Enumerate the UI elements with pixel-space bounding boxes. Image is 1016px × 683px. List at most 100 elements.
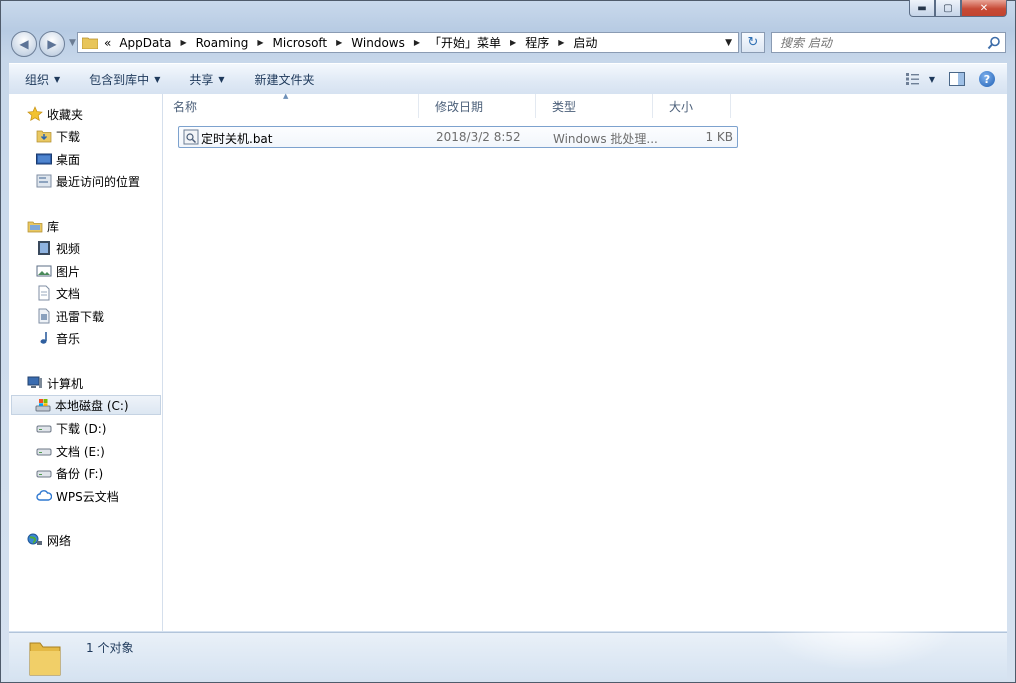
library-icon xyxy=(27,218,43,234)
nav-libraries-label: 库 xyxy=(47,219,60,234)
breadcrumb-windows[interactable]: Windows xyxy=(351,36,405,50)
command-bar: 组织 ▼ 包含到库中 ▼ 共享 ▼ 新建文件夹 ▼ ? xyxy=(9,63,1007,95)
cloud-icon xyxy=(36,488,52,504)
nav-computer[interactable]: 计算机 xyxy=(27,373,83,393)
chevron-down-icon: ▼ xyxy=(54,74,61,84)
forward-button[interactable]: ▶ xyxy=(39,31,65,57)
watermark-blur xyxy=(761,571,961,671)
nav-item-desktop[interactable]: 桌面 xyxy=(36,149,80,169)
preview-pane-button[interactable] xyxy=(949,72,965,86)
minimize-button[interactable]: ▬ xyxy=(909,0,935,17)
nav-favorites[interactable]: 收藏夹 xyxy=(27,104,83,124)
drive-icon xyxy=(36,465,52,481)
nav-item-videos[interactable]: 视频 xyxy=(36,238,80,258)
nav-item-drive-c[interactable]: 本地磁盘 (C:) xyxy=(11,395,161,415)
drive-icon xyxy=(36,443,52,459)
file-type: Windows 批处理... xyxy=(553,132,658,146)
share-label: 共享 xyxy=(189,72,214,87)
help-icon: ? xyxy=(979,71,995,87)
close-button[interactable]: ✕ xyxy=(961,0,1007,17)
chevron-down-icon[interactable]: ▼ xyxy=(929,75,935,84)
nav-item-label: 下载 xyxy=(56,129,81,144)
nav-favorites-label: 收藏夹 xyxy=(47,107,84,122)
nav-item-label: 文档 xyxy=(56,286,81,301)
include-in-library-menu[interactable]: 包含到库中 ▼ xyxy=(89,71,160,88)
nav-libraries[interactable]: 库 xyxy=(27,216,59,236)
breadcrumb-separator-icon[interactable]: ▶ xyxy=(180,38,186,47)
address-bar[interactable]: « AppData ▶ Roaming ▶ Microsoft ▶ Windows ▶ … xyxy=(77,32,739,53)
star-icon xyxy=(27,106,43,122)
column-header-name[interactable]: ▲ 名称 xyxy=(163,92,419,118)
nav-item-label: WPS云文档 xyxy=(56,489,119,504)
share-menu[interactable]: 共享 ▼ xyxy=(189,71,224,88)
file-list: ▲ 名称 修改日期 类型 大小 定时关机.bat 2018/3/2 8:52 W… xyxy=(163,92,1007,631)
column-header-modified[interactable]: 修改日期 xyxy=(419,94,536,118)
breadcrumb-start-menu[interactable]: 「开始」菜单 xyxy=(429,34,501,51)
breadcrumb-programs[interactable]: 程序 xyxy=(525,34,549,51)
drive-icon xyxy=(36,420,52,436)
organize-menu[interactable]: 组织 ▼ xyxy=(25,71,60,88)
search-input[interactable] xyxy=(772,34,982,51)
network-icon xyxy=(27,532,43,548)
search-box xyxy=(771,32,1006,53)
video-icon xyxy=(36,240,52,256)
batch-file-icon xyxy=(183,129,199,145)
column-header-type[interactable]: 类型 xyxy=(536,94,653,118)
nav-network[interactable]: 网络 xyxy=(27,530,71,550)
nav-item-downloads[interactable]: 下载 xyxy=(36,126,80,146)
nav-item-wps-cloud[interactable]: WPS云文档 xyxy=(36,486,119,506)
nav-item-label: 音乐 xyxy=(56,331,81,346)
window-controls: ▬ ▢ ✕ xyxy=(909,0,1007,17)
breadcrumb-roaming[interactable]: Roaming xyxy=(196,36,249,50)
file-size: 1 KB xyxy=(705,130,733,144)
nav-item-drive-e[interactable]: 文档 (E:) xyxy=(36,441,105,461)
breadcrumb: AppData ▶ Roaming ▶ Microsoft ▶ Windows ▶ 「开… xyxy=(119,34,597,51)
item-count: 1 个对象 xyxy=(86,641,134,655)
nav-network-label: 网络 xyxy=(47,533,72,548)
explorer-window: ▬ ▢ ✕ ◀ ▶ ▼ « AppData ▶ Roaming ▶ Microsof… xyxy=(0,0,1016,683)
breadcrumb-separator-icon[interactable]: ▶ xyxy=(558,38,564,47)
refresh-icon: ↻ xyxy=(747,35,759,50)
refresh-button[interactable]: ↻ xyxy=(741,32,765,53)
breadcrumb-separator-icon[interactable]: ▶ xyxy=(257,38,263,47)
column-header-label: 大小 xyxy=(669,99,694,114)
sort-ascending-icon: ▲ xyxy=(283,92,289,100)
back-icon: ◀ xyxy=(19,37,29,51)
new-folder-button[interactable]: 新建文件夹 xyxy=(255,71,315,88)
file-name: 定时关机.bat xyxy=(201,132,273,146)
folder-icon xyxy=(29,642,61,676)
column-header-size[interactable]: 大小 xyxy=(653,94,731,118)
view-list-icon xyxy=(905,73,919,85)
help-button[interactable]: ? xyxy=(979,71,995,87)
address-dropdown-icon[interactable]: ▼ xyxy=(725,38,732,48)
nav-item-xunlei-downloads[interactable]: 迅雷下载 xyxy=(36,306,104,326)
breadcrumb-separator-icon[interactable]: ▶ xyxy=(510,38,516,47)
back-button[interactable]: ◀ xyxy=(11,31,37,57)
nav-item-label: 视频 xyxy=(56,241,81,256)
nav-item-music[interactable]: 音乐 xyxy=(36,328,80,348)
breadcrumb-appdata[interactable]: AppData xyxy=(119,36,171,50)
breadcrumb-separator-icon[interactable]: ▶ xyxy=(414,38,420,47)
breadcrumb-separator-icon[interactable]: ▶ xyxy=(336,38,342,47)
new-folder-label: 新建文件夹 xyxy=(254,72,315,87)
file-row[interactable]: 定时关机.bat 2018/3/2 8:52 Windows 批处理... 1 … xyxy=(178,126,738,148)
nav-item-label: 迅雷下载 xyxy=(56,309,105,324)
breadcrumb-overflow[interactable]: « xyxy=(104,36,111,50)
nav-item-recent-places[interactable]: 最近访问的位置 xyxy=(36,171,140,191)
breadcrumb-startup[interactable]: 启动 xyxy=(573,34,597,51)
maximize-button[interactable]: ▢ xyxy=(935,0,961,17)
search-icon[interactable] xyxy=(987,36,1001,50)
recent-pages-dropdown[interactable]: ▼ xyxy=(69,38,76,57)
breadcrumb-microsoft[interactable]: Microsoft xyxy=(273,36,328,50)
folder-doc-icon xyxy=(36,308,52,324)
column-header-label: 类型 xyxy=(552,99,577,114)
preview-pane-icon xyxy=(949,72,965,86)
nav-item-drive-f[interactable]: 备份 (F:) xyxy=(36,463,103,483)
column-header-label: 名称 xyxy=(173,99,198,114)
column-header-label: 修改日期 xyxy=(435,99,484,114)
change-view-button[interactable]: ▼ xyxy=(905,73,935,85)
column-headers: ▲ 名称 修改日期 类型 大小 xyxy=(163,92,731,118)
nav-item-documents[interactable]: 文档 xyxy=(36,283,80,303)
nav-item-pictures[interactable]: 图片 xyxy=(36,261,80,281)
nav-item-drive-d[interactable]: 下载 (D:) xyxy=(36,418,106,438)
